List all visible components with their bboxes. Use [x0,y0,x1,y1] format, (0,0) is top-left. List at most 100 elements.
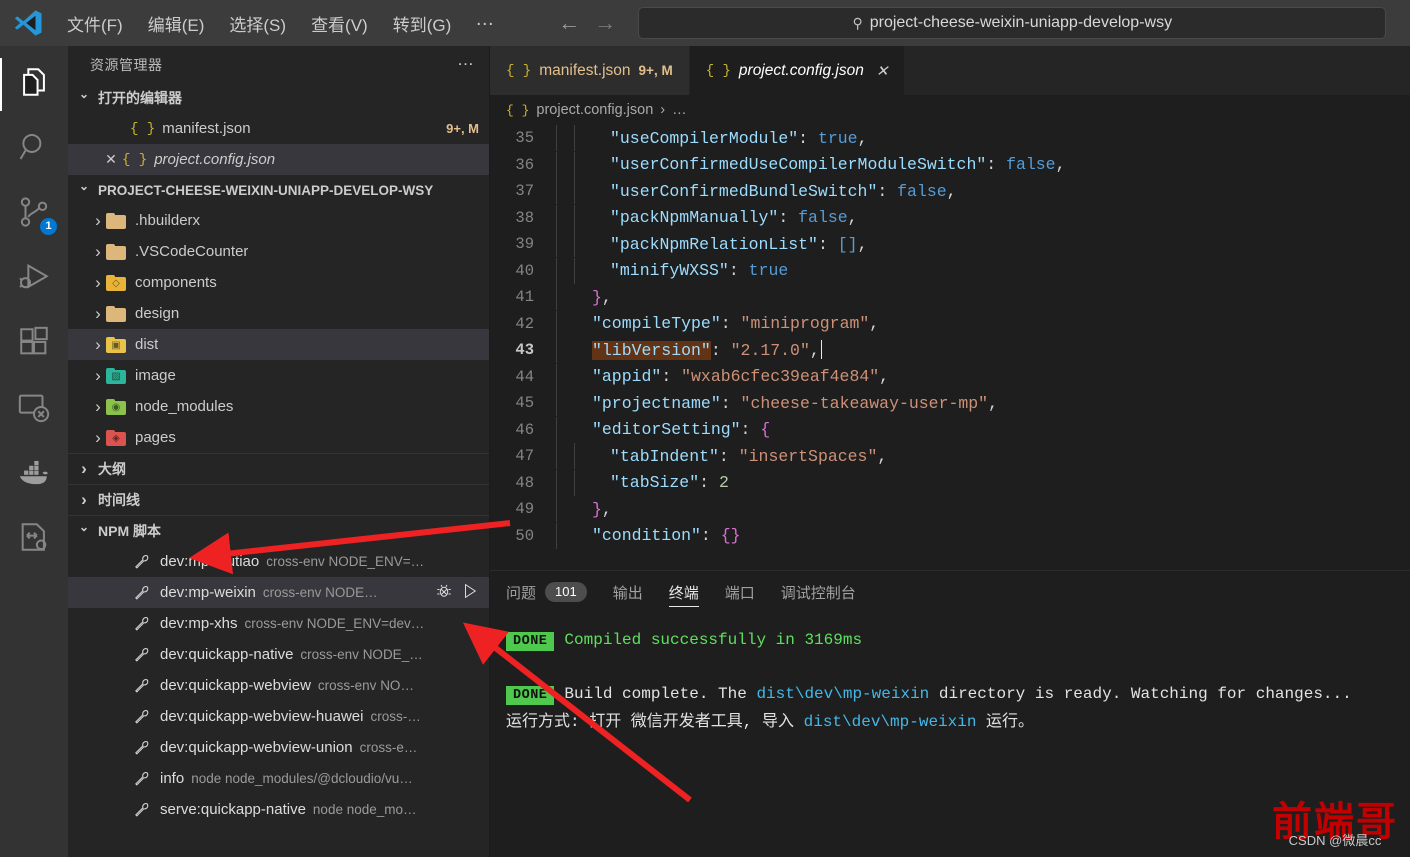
code-token: {} [720,526,741,546]
menu-edit[interactable]: 编辑(E) [137,6,216,41]
tab-project-config-json[interactable]: { } project.config.json ✕ [689,46,906,95]
json-icon: { } [506,62,532,79]
activity-item-run-debug[interactable] [0,247,68,312]
indent-guide [574,151,592,178]
npm-script-serve-quickapp-native[interactable]: serve:quickapp-native node node_mo… [68,794,489,825]
folder-components[interactable]: ◇ components [68,267,489,298]
watermark: 前端哥 CSDN @微晨cc [1272,800,1398,849]
breadcrumb[interactable]: { } project.config.json › … [490,95,1410,125]
npm-script-name: dev:mp-xhs [160,615,238,632]
play-icon[interactable] [461,582,479,604]
menu-selection[interactable]: 选择(S) [218,6,297,41]
panel-tab-debug-console[interactable]: 调试控制台 [781,571,856,613]
tab-label: project.config.json [738,61,864,79]
close-icon[interactable]: ✕ [876,62,889,80]
debug-icon[interactable] [435,582,453,604]
chevron-right-icon[interactable] [90,304,106,324]
code-token: , [847,208,858,228]
watermark-sub-text: CSDN @微晨cc [1288,833,1382,848]
terminal-line-2: DONE Build complete. The dist\dev\mp-weix… [506,681,1410,709]
panel-tab-output[interactable]: 输出 [613,571,643,613]
npm-script-dev-mp-toutiao[interactable]: dev:mp-toutiao cross-env NODE_ENV=… [68,546,489,577]
menu-file[interactable]: 文件(F) [56,6,134,41]
npm-script-dev-mp-weixin[interactable]: dev:mp-weixin cross-env NODE… [68,577,489,608]
sidebar-more-button[interactable]: … [457,50,475,79]
panel-tab-problems[interactable]: 问题 101 [506,571,587,613]
folder-vscodecounter[interactable]: .VSCodeCounter [68,236,489,267]
menu-more-button[interactable]: … [465,7,506,39]
chevron-right-icon[interactable] [90,335,106,355]
open-editor-manifest-json[interactable]: { } manifest.json 9+, M [68,113,489,144]
npm-script-dev-mp-xhs[interactable]: dev:mp-xhs cross-env NODE_ENV=dev… [68,608,489,639]
code-token: : [720,393,741,413]
code-editor[interactable]: 35 "useCompilerModule": true, 36 "userConfi… [490,125,1410,570]
chevron-right-icon[interactable] [90,428,106,448]
panel-tab-label: 终端 [668,584,699,602]
section-npm-scripts[interactable]: NPM 脚本 [68,516,489,546]
npm-script-dev-quickapp-webview[interactable]: dev:quickapp-webview cross-env NO… [68,670,489,701]
chevron-right-icon[interactable] [90,366,106,386]
wrench-icon [130,615,152,632]
code-text: }, [574,288,612,307]
section-open-editors[interactable]: 打开的编辑器 [68,83,489,113]
close-icon[interactable]: ✕ [100,151,122,168]
folder-design[interactable]: design [68,298,489,329]
folder-node-modules[interactable]: ◉ node_modules [68,391,489,422]
npm-script-info[interactable]: info node node_modules/@dcloudio/vu… [68,763,489,794]
breadcrumb-file[interactable]: project.config.json [536,102,653,118]
npm-script-dev-quickapp-webview-union[interactable]: dev:quickapp-webview-union cross-e… [68,732,489,763]
code-token: true [748,261,789,281]
panel-tab-ports[interactable]: 端口 [725,571,755,613]
code-line-43: 43 "libVersion": "2.17.0", [490,337,1410,364]
code-token: false [897,181,947,201]
command-center-search-input[interactable]: ⚲ project-cheese-weixin-uniapp-develop-w… [638,7,1387,39]
tab-manifest-json[interactable]: { } manifest.json 9+, M [490,46,690,95]
code-token: , [857,234,868,254]
section-outline[interactable]: 大纲 [68,454,489,484]
section-project-root[interactable]: PROJECT-CHEESE-WEIXIN-UNIAPP-DEVELOP-WSY [68,175,489,205]
chevron-right-icon[interactable] [90,397,106,417]
folder-hbuilderx[interactable]: .hbuilderx [68,205,489,236]
npm-script-dev-quickapp-webview-huawei[interactable]: dev:quickapp-webview-huawei cross-… [68,701,489,732]
chevron-right-icon[interactable] [90,242,106,262]
menu-view[interactable]: 查看(V) [300,6,379,41]
panel-tab-terminal[interactable]: 终端 [668,571,699,613]
folder-pages[interactable]: ◈ pages [68,422,489,453]
chevron-right-icon[interactable] [90,273,106,293]
sidebar-header: 资源管理器 … [68,46,489,83]
activity-item-source-control[interactable]: 1 [0,182,68,247]
activity-item-explorer[interactable] [0,52,68,117]
section-timeline[interactable]: 时间线 [68,485,489,515]
chevron-right-icon[interactable] [90,211,106,231]
line-number: 42 [515,314,534,333]
activity-item-remote-explorer[interactable] [0,377,68,442]
npm-script-name: dev:mp-toutiao [160,553,260,570]
code-line-47: 47 "tabIndent": "insertSpaces", [490,443,1410,470]
activity-item-search[interactable] [0,117,68,182]
folder-dist[interactable]: ▣ dist [68,329,489,360]
done-badge: DONE [506,686,555,705]
wrench-icon [130,584,152,601]
code-text: }, [574,500,612,519]
activity-item-settings-sync[interactable] [0,507,68,572]
remote-explorer-icon [17,390,51,429]
code-token: : [700,526,721,546]
folder-image[interactable]: ▨ image [68,360,489,391]
back-arrow-icon[interactable]: ← [558,12,580,34]
npm-script-dev-quickapp-native[interactable]: dev:quickapp-native cross-env NODE_… [68,639,489,670]
activity-item-extensions[interactable] [0,312,68,377]
breadcrumb-tail[interactable]: … [672,102,687,118]
code-token: 2 [718,473,729,493]
indent-guide [556,178,574,205]
forward-arrow-icon[interactable]: → [594,12,616,34]
chevron-right-icon [76,459,92,479]
file-gear-icon [17,520,51,559]
code-text: "editorSetting": { [574,420,770,439]
code-line-50: 50 "condition": {} [490,522,1410,550]
menu-go[interactable]: 转到(G) [382,6,463,41]
done-badge: DONE [506,632,555,651]
code-token: : [740,420,761,440]
open-editor-project-config-json[interactable]: ✕ { } project.config.json [68,144,489,175]
section-outline-label: 大纲 [98,461,126,477]
activity-item-docker[interactable] [0,442,68,507]
